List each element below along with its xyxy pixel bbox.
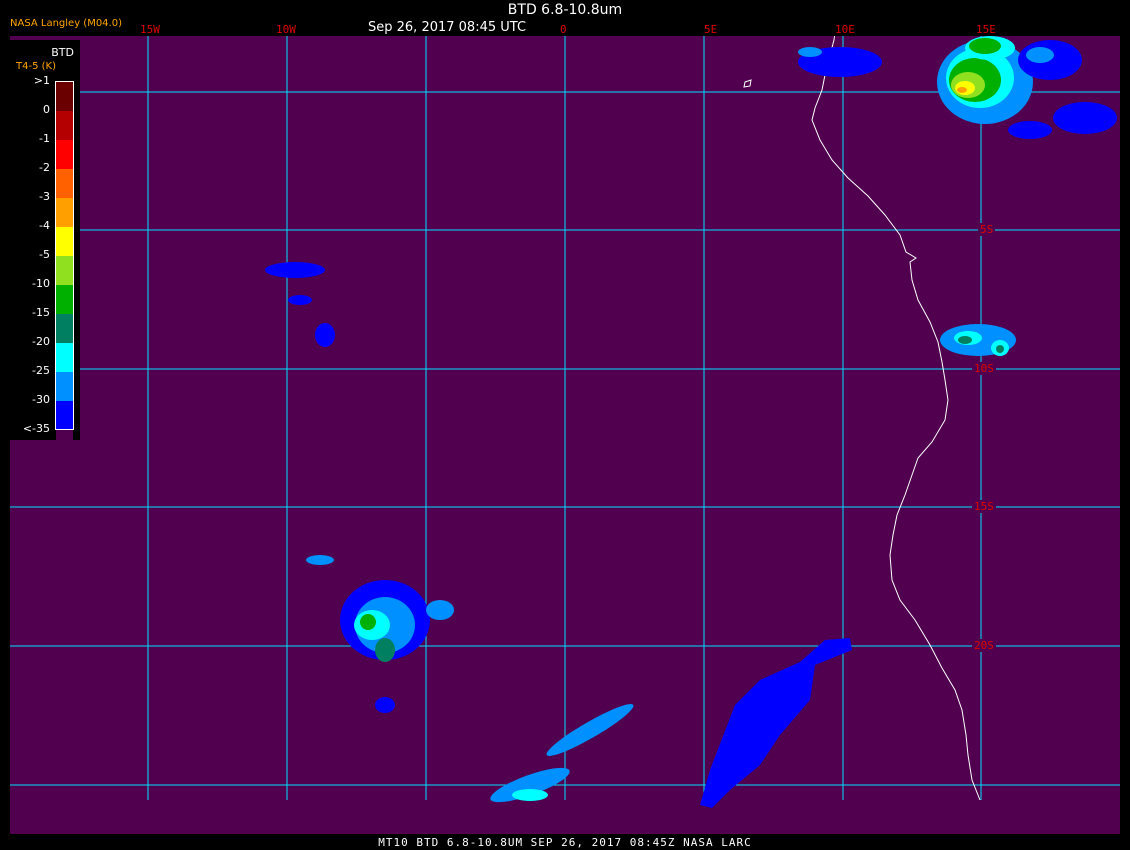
legend-swatch xyxy=(56,430,73,459)
legend-units: T4-5 (K) xyxy=(16,61,56,72)
legend-tick-label: -10 xyxy=(32,277,50,290)
lon-label-15e: 15E xyxy=(976,23,996,36)
legend-tick-label: -2 xyxy=(39,161,50,174)
lat-label-15s: 15S xyxy=(972,500,996,513)
legend-title: BTD xyxy=(51,46,74,59)
lat-label-10s: 10S xyxy=(972,362,996,375)
legend-tick-label: 0 xyxy=(43,103,50,116)
legend-tick-label: -4 xyxy=(39,219,50,232)
map-timestamp: Sep 26, 2017 08:45 UTC xyxy=(368,20,527,35)
legend-tick-label: >1 xyxy=(33,74,50,87)
cloud-angola xyxy=(940,324,1016,356)
lon-label-10w: 10W xyxy=(276,23,296,36)
legend-tick-label: -25 xyxy=(32,364,50,377)
legend-tick-label: -3 xyxy=(39,190,50,203)
lon-label-0: 0 xyxy=(560,23,567,36)
legend-tick-label: -5 xyxy=(39,248,50,261)
footer-caption: MT10 BTD 6.8-10.8UM SEP 26, 2017 08:45Z … xyxy=(378,836,752,849)
lat-label-5s: 5S xyxy=(978,223,996,236)
legend-tick-label: -30 xyxy=(32,393,50,406)
map-title: BTD 6.8-10.8um xyxy=(507,2,623,18)
legend-bar-border xyxy=(55,81,74,430)
legend-tick-label: -20 xyxy=(32,335,50,348)
satellite-map xyxy=(10,7,1120,834)
lon-label-10e: 10E xyxy=(835,23,855,36)
lon-label-5e: 5E xyxy=(704,23,718,36)
lat-label-20s: 20S xyxy=(972,639,996,652)
legend-tick-label: -1 xyxy=(39,132,50,145)
legend-tick-label: <-35 xyxy=(22,422,50,435)
lon-label-15w: 15W xyxy=(140,23,160,36)
legend-tick-label: -15 xyxy=(32,306,50,319)
color-legend: BTD T4-5 (K) >1 0 -1 -2 -3 -4 -5 -10 -15 -20 -25 -3… xyxy=(8,40,80,459)
producer-label: NASA Langley (M04.0) xyxy=(10,18,122,29)
